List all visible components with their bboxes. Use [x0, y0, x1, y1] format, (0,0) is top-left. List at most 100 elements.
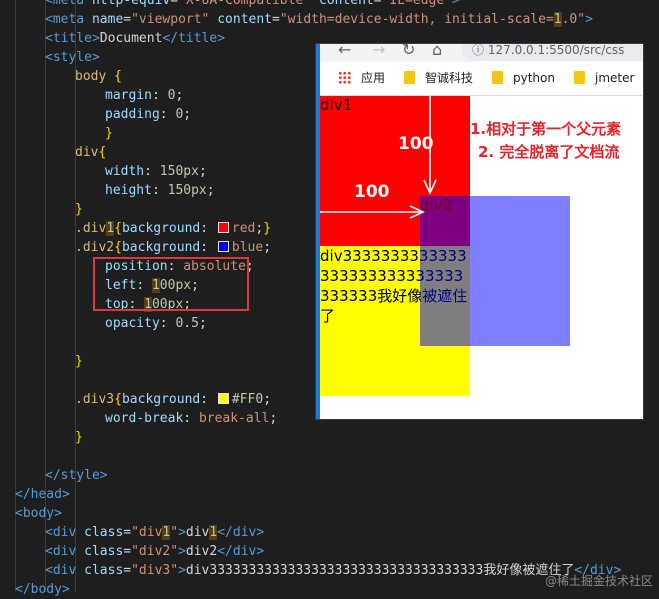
folder-icon	[404, 71, 415, 84]
code-token: <body>	[15, 506, 62, 521]
position-rules-highlight-box	[93, 257, 249, 311]
reload-icon[interactable]: ↻	[402, 44, 415, 59]
code-line[interactable]: <div class="div2">div2</div>	[45, 542, 264, 561]
code-token: >	[585, 12, 593, 27]
code-token: "width=device-width, initial-scale=	[279, 12, 554, 27]
code-token: :	[200, 240, 216, 255]
code-token: :	[183, 411, 199, 426]
code-line[interactable]: <div class="div1">div1</div>	[45, 523, 264, 542]
code-line[interactable]: height: 150px;	[105, 181, 215, 200]
code-token: 0.5	[175, 316, 199, 331]
code-line[interactable]: }	[75, 352, 83, 371]
code-token: ;	[183, 107, 192, 122]
code-token: background	[121, 392, 201, 407]
indent-guide	[75, 0, 76, 592]
code-line[interactable]: }	[105, 124, 113, 143]
apps-grid-icon	[338, 71, 351, 84]
home-icon[interactable]: ⌂	[432, 44, 442, 59]
code-token: ;	[206, 183, 215, 198]
code-token: :	[200, 392, 216, 407]
bookmark-label: 应用	[361, 71, 386, 85]
address-bar[interactable]: ⓘ 127.0.0.1:5500/src/css	[462, 44, 643, 60]
code-token: {	[114, 240, 122, 255]
code-line[interactable]: .div2{background: blue;	[75, 238, 271, 257]
code-token: div33333333333333333333333333333333333我好…	[185, 563, 575, 578]
code-token: }	[75, 202, 83, 217]
browser-preview-window[interactable]: ← → ↻ ⌂ ⓘ 127.0.0.1:5500/src/css 应用 智诚科技…	[316, 44, 643, 419]
code-token: word-break	[105, 411, 184, 426]
code-token: {	[98, 145, 107, 160]
code-line[interactable]: </body>	[15, 580, 70, 599]
bookmark-jmeter[interactable]: jmeter	[574, 70, 634, 86]
code-token: content	[209, 12, 273, 27]
code-token: red	[231, 221, 256, 236]
code-line[interactable]: padding: 0;	[105, 105, 191, 124]
code-line[interactable]: <div class="div3">div3333333333333333333…	[45, 561, 621, 580]
folder-icon	[492, 71, 503, 84]
code-line[interactable]: opacity: 0.5;	[105, 314, 207, 333]
page-viewport: div1 div33333333333333333333333333333333…	[320, 96, 643, 419]
code-line[interactable]: }	[75, 200, 83, 219]
code-line[interactable]: <style>	[45, 48, 100, 67]
code-token: >	[178, 525, 186, 540]
bookmark-apps[interactable]: 应用	[338, 70, 385, 86]
bookmark-python[interactable]: python	[492, 70, 555, 86]
code-token: height	[105, 183, 152, 198]
code-token: width	[105, 164, 145, 179]
code-token: "div	[131, 525, 163, 540]
code-token: :	[144, 164, 160, 179]
watermark: @稀土掘金技术社区	[544, 574, 653, 588]
code-token: }	[75, 430, 83, 445]
code-token: {	[106, 69, 122, 84]
code-token: class	[76, 563, 124, 578]
code-token: class	[76, 544, 124, 559]
forward-arrow-icon[interactable]: →	[372, 44, 385, 59]
code-token: <div	[45, 563, 77, 578]
code-line[interactable]: body {	[75, 67, 122, 86]
code-token: opacity	[105, 316, 160, 331]
code-token: div	[185, 525, 210, 540]
code-line[interactable]: }	[75, 428, 83, 447]
url-text: 127.0.0.1:5500/src/css	[487, 44, 625, 57]
code-token: </div>	[217, 544, 265, 559]
info-icon[interactable]: ⓘ	[472, 44, 484, 57]
code-token: "X-UA-Compatible"	[178, 0, 312, 8]
code-line[interactable]: .div3{background: #FF0;	[75, 390, 271, 409]
code-line[interactable]: </style>	[45, 466, 108, 485]
code-token: div2	[185, 544, 218, 559]
code-token: ;	[198, 164, 207, 179]
code-token: 150px	[167, 183, 207, 198]
code-line[interactable]: </head>	[15, 485, 70, 504]
code-token: "IE=edge"	[381, 0, 453, 8]
code-token: </style>	[45, 468, 108, 483]
code-token: margin	[105, 88, 152, 103]
code-token: ;	[175, 88, 184, 103]
code-line[interactable]: width: 150px;	[105, 162, 207, 181]
code-token: =	[170, 0, 179, 8]
code-token: .div3	[75, 392, 115, 407]
code-line[interactable]: div{	[75, 143, 106, 162]
code-token: }	[75, 354, 83, 369]
back-arrow-icon[interactable]: ←	[338, 44, 351, 59]
code-token: "	[170, 525, 179, 540]
code-line[interactable]: <meta http-equiv="X-UA-Compatible" conte…	[45, 0, 460, 10]
bookmark-label: 智诚科技	[425, 71, 474, 85]
code-line[interactable]: <meta name="viewport" content="width=dev…	[45, 10, 593, 29]
code-token: body	[75, 69, 107, 84]
annotation-note-2: 2. 完全脱离了文档流	[478, 143, 620, 161]
code-token: :	[151, 88, 168, 103]
code-line[interactable]: margin: 0;	[105, 86, 183, 105]
code-token: </body>	[15, 582, 70, 597]
code-line[interactable]: <body>	[15, 504, 62, 523]
code-token: {	[114, 221, 122, 236]
color-swatch-icon	[217, 393, 229, 404]
bookmark-zhicheng[interactable]: 智诚科技	[404, 70, 473, 86]
bookmarks-bar: 应用 智诚科技 python jmeter	[320, 62, 643, 96]
code-line[interactable]: .div1{background: red;}	[75, 219, 271, 238]
code-token: Document	[99, 31, 163, 46]
top-offset-label: 100	[398, 134, 434, 154]
left-offset-label: 100	[354, 182, 390, 202]
code-token: ;	[263, 392, 272, 407]
code-line[interactable]: <title>Document</title>	[45, 29, 225, 48]
code-line[interactable]: word-break: break-all;	[105, 409, 277, 428]
